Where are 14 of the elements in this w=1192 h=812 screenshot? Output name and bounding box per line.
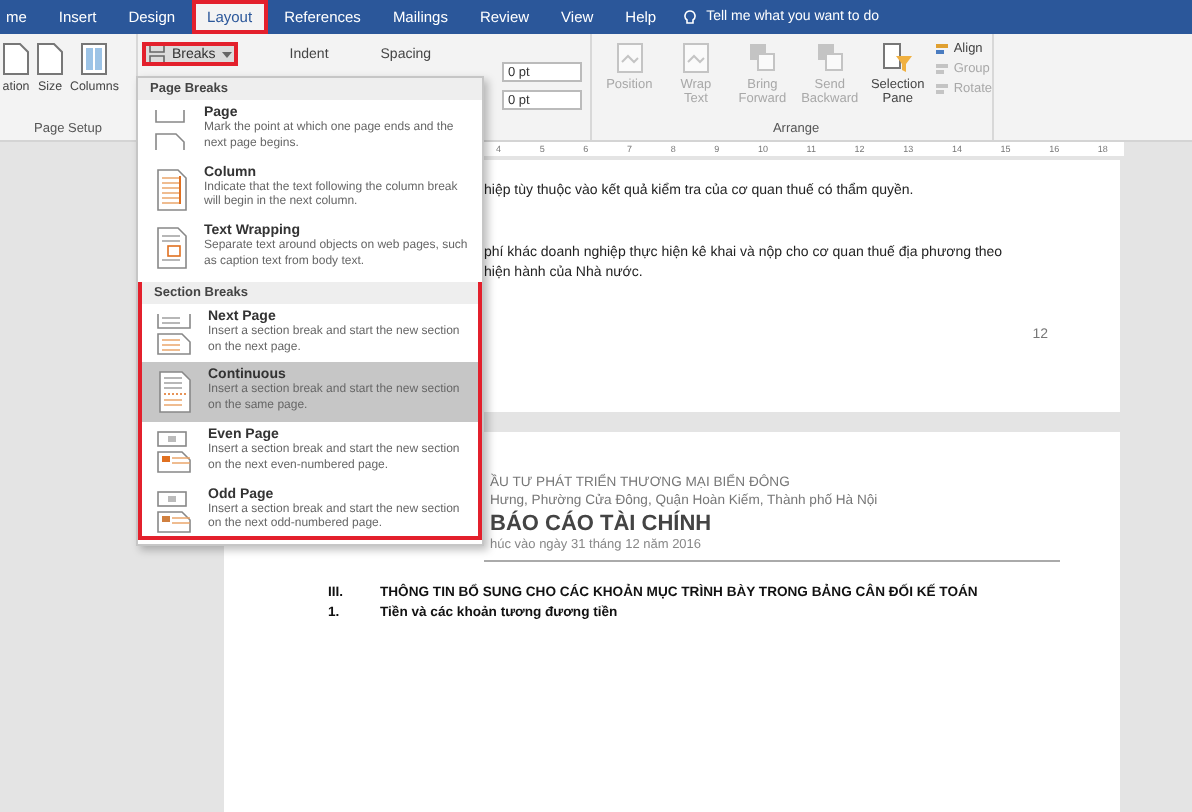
- caret-icon: [221, 51, 232, 57]
- layers-icon: [748, 42, 777, 74]
- picture-icon: [615, 42, 644, 74]
- even-page-break-icon: [152, 429, 196, 474]
- page-break-icon: [148, 46, 166, 62]
- picture-icon: [681, 42, 710, 74]
- page-icon: [36, 42, 64, 76]
- lightbulb-icon: [684, 9, 697, 25]
- selection-pane-icon: [881, 42, 914, 74]
- report-title: BÁO CÁO TÀI CHÍNH: [490, 512, 712, 536]
- odd-page-break-icon: [152, 489, 196, 534]
- columns-icon: [80, 42, 109, 76]
- next-page-break-icon: [152, 311, 196, 356]
- layers-icon: [815, 42, 844, 74]
